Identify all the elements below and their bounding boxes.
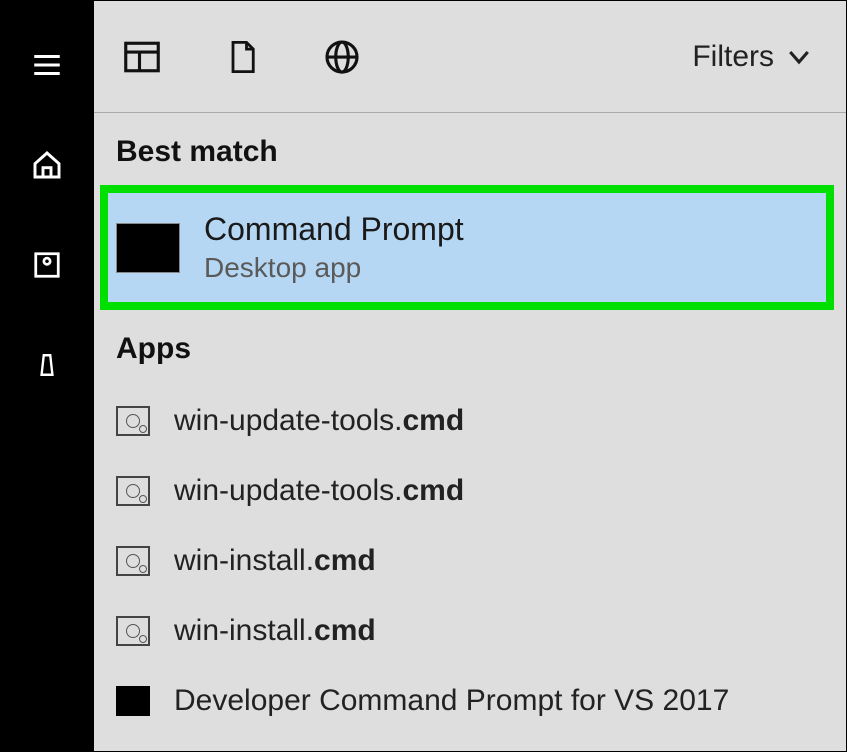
photo-button[interactable] [27, 245, 67, 285]
hamburger-icon [30, 48, 64, 82]
app-result[interactable]: win-install.cmd [94, 526, 846, 596]
app-label: win-update-tools.cmd [174, 474, 464, 508]
app-result[interactable]: win-install.cmd [94, 596, 846, 666]
apps-window-icon [122, 37, 162, 77]
remote-button[interactable] [27, 345, 67, 385]
app-label: win-install.cmd [174, 614, 376, 648]
cmd-file-icon [116, 546, 150, 576]
app-label: win-install.cmd [174, 544, 376, 578]
start-sidebar [0, 0, 93, 752]
apps-heading: Apps [94, 310, 846, 382]
chevron-down-icon [784, 42, 814, 72]
cmd-file-icon [116, 406, 150, 436]
cmd-file-icon [116, 616, 150, 646]
hamburger-button[interactable] [27, 45, 67, 85]
app-result[interactable]: win-update-tools.cmd [94, 456, 846, 526]
document-icon [224, 36, 260, 78]
dev-cmd-icon [116, 686, 150, 716]
cmd-file-icon [116, 476, 150, 506]
filters-label: Filters [692, 40, 774, 74]
toolbar-category-icons [118, 33, 366, 81]
best-match-heading: Best match [94, 113, 846, 185]
web-icon [322, 37, 362, 77]
app-result[interactable]: win-update-tools.cmd [94, 386, 846, 456]
home-button[interactable] [27, 145, 67, 185]
documents-category-button[interactable] [218, 33, 266, 81]
web-category-button[interactable] [318, 33, 366, 81]
apps-category-button[interactable] [118, 33, 166, 81]
best-match-result[interactable]: Command Prompt Desktop app [100, 185, 834, 310]
remote-icon [34, 348, 60, 382]
best-match-subtitle: Desktop app [204, 252, 464, 284]
filters-dropdown[interactable]: Filters [692, 40, 828, 74]
home-icon [31, 149, 63, 181]
best-match-title: Command Prompt [204, 211, 464, 248]
search-results-panel: Filters Best match Command Prompt Deskto… [93, 0, 847, 752]
app-result[interactable]: Developer Command Prompt for VS 2017 [94, 666, 846, 736]
app-label: Developer Command Prompt for VS 2017 [174, 684, 729, 718]
apps-list: win-update-tools.cmd win-update-tools.cm… [94, 382, 846, 736]
search-toolbar: Filters [94, 1, 846, 113]
app-label: win-update-tools.cmd [174, 404, 464, 438]
photo-icon [32, 250, 62, 280]
command-prompt-icon [116, 223, 180, 273]
best-match-text: Command Prompt Desktop app [204, 211, 464, 284]
